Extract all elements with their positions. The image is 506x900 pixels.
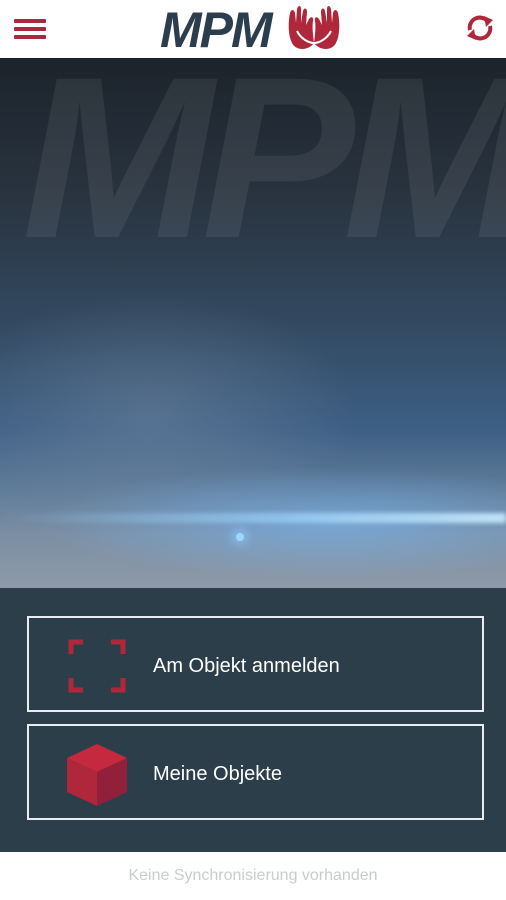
sync-status-text: Keine Synchronisierung vorhanden bbox=[128, 867, 378, 884]
scan-frame-icon bbox=[68, 639, 126, 693]
cube-icon bbox=[67, 744, 127, 806]
hero-image: MPM bbox=[0, 58, 506, 588]
status-footer: Keine Synchronisierung vorhanden bbox=[0, 852, 506, 900]
my-objects-button[interactable]: Meine Objekte bbox=[27, 724, 484, 820]
login-object-button[interactable]: Am Objekt anmelden bbox=[27, 616, 484, 712]
light-streak bbox=[0, 513, 506, 523]
hero-watermark: MPM bbox=[22, 58, 506, 286]
app-header: MPM bbox=[0, 0, 506, 58]
sync-icon[interactable] bbox=[462, 10, 498, 46]
light-spark bbox=[236, 533, 244, 541]
app-logo: MPM bbox=[160, 2, 273, 58]
my-objects-label: Meine Objekte bbox=[153, 763, 282, 785]
login-object-label: Am Objekt anmelden bbox=[153, 655, 340, 677]
hamburger-menu-icon bbox=[14, 19, 46, 23]
menu-button[interactable] bbox=[12, 14, 50, 44]
caring-hands-icon bbox=[288, 6, 340, 49]
